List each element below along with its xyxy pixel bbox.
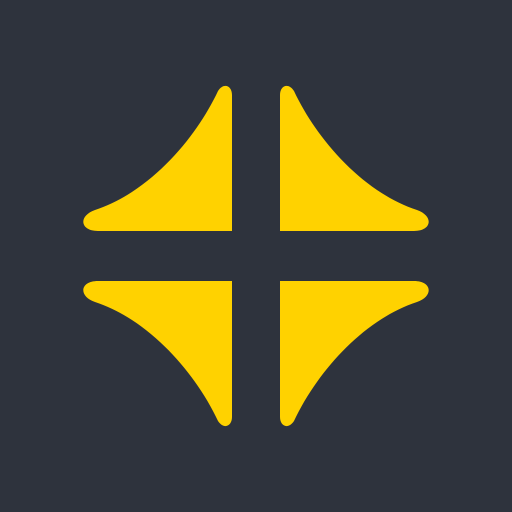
app-icon — [0, 0, 512, 512]
icon-background — [0, 0, 512, 512]
four-point-star-quadrants-icon — [0, 0, 512, 512]
